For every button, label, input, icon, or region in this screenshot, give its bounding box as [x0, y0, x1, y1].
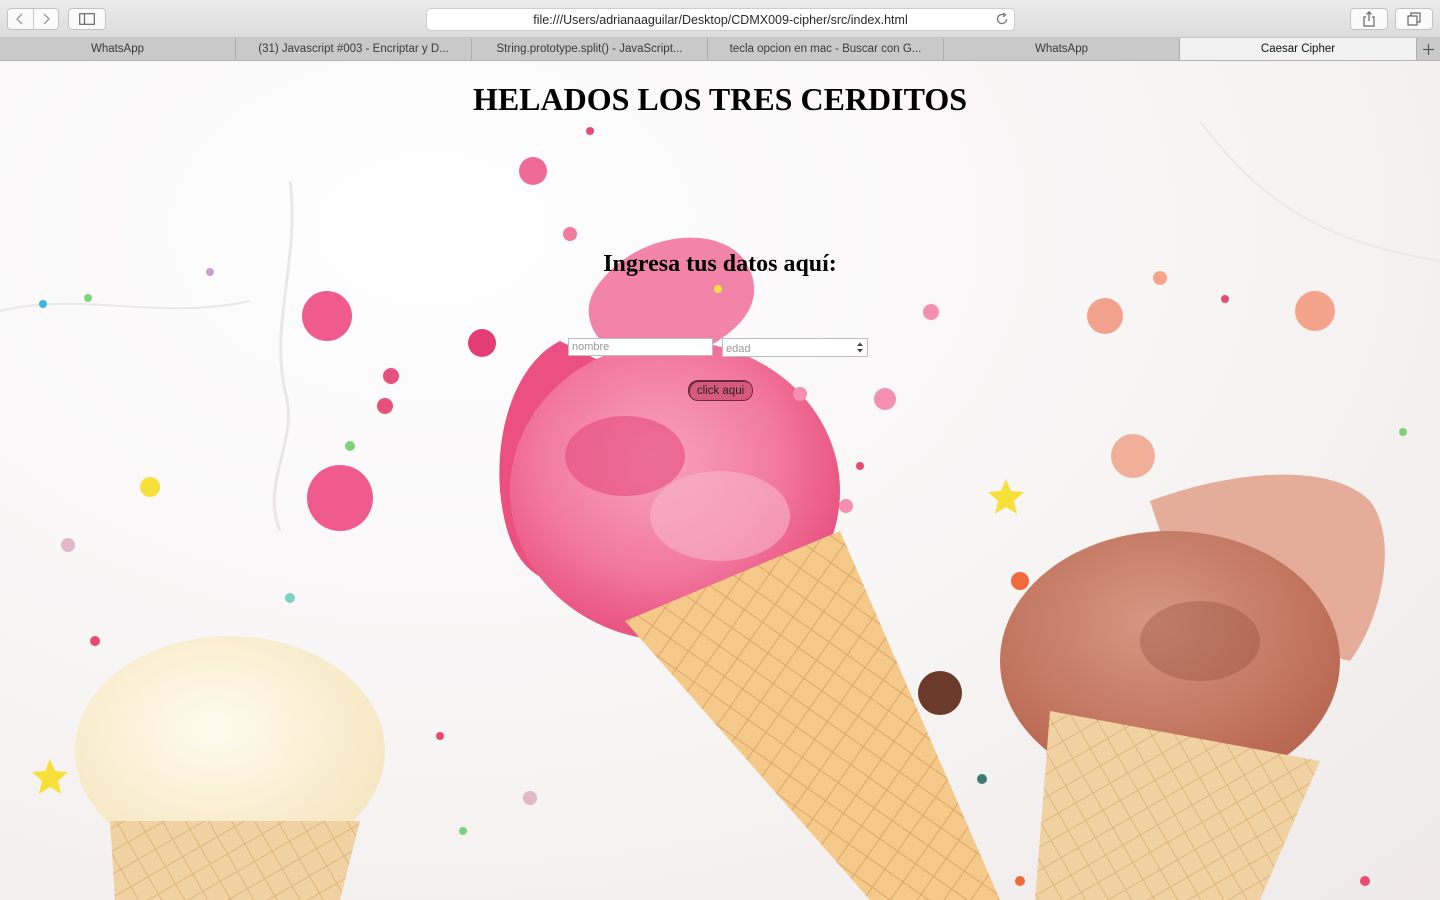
forward-button[interactable]	[32, 9, 59, 29]
address-bar[interactable]: file:///Users/adrianaaguilar/Desktop/CDM…	[426, 8, 1015, 31]
age-input[interactable]	[723, 340, 851, 358]
ice-cream-background-image	[0, 120, 1440, 900]
share-icon	[1363, 11, 1375, 27]
tabs-overview-button[interactable]	[1395, 8, 1433, 30]
age-field[interactable]	[722, 338, 868, 358]
form-heading: Ingresa tus datos aquí:	[603, 251, 837, 277]
chevron-left-icon	[16, 13, 23, 25]
share-button[interactable]	[1350, 8, 1388, 30]
tabs-overview-icon	[1407, 12, 1421, 26]
tab-caesar-cipher[interactable]: Caesar Cipher	[1180, 38, 1417, 60]
address-url: file:///Users/adrianaaguilar/Desktop/CDM…	[533, 13, 908, 27]
tab-string-split[interactable]: String.prototype.split() - JavaScript...	[472, 38, 708, 60]
tab-whatsapp-2[interactable]: WhatsApp	[944, 38, 1180, 60]
page-title: HELADOS LOS TRES CERDITOS	[472, 81, 968, 117]
tab-whatsapp-1[interactable]: WhatsApp	[0, 38, 236, 60]
plus-icon	[1423, 43, 1434, 55]
name-input[interactable]	[568, 338, 713, 356]
tab-javascript-encriptar[interactable]: (31) Javascript #003 - Encriptar y D...	[236, 38, 472, 60]
back-button[interactable]	[8, 9, 33, 29]
browser-toolbar: file:///Users/adrianaaguilar/Desktop/CDM…	[0, 0, 1440, 38]
reload-icon[interactable]	[995, 12, 1009, 26]
tab-tecla-opcion[interactable]: tecla opcion en mac - Buscar con G...	[708, 38, 944, 60]
sidebar-button[interactable]	[68, 8, 106, 30]
tab-bar: WhatsApp (31) Javascript #003 - Encripta…	[0, 38, 1440, 61]
submit-button[interactable]: click aqui	[688, 380, 753, 401]
sidebar-icon	[79, 13, 95, 25]
number-stepper-icon[interactable]	[856, 341, 864, 354]
new-tab-button[interactable]	[1417, 38, 1440, 60]
page-content: HELADOS LOS TRES CERDITOS Ingresa tus da…	[0, 61, 1440, 900]
navigation-buttons	[7, 8, 59, 30]
chevron-right-icon	[43, 13, 50, 25]
